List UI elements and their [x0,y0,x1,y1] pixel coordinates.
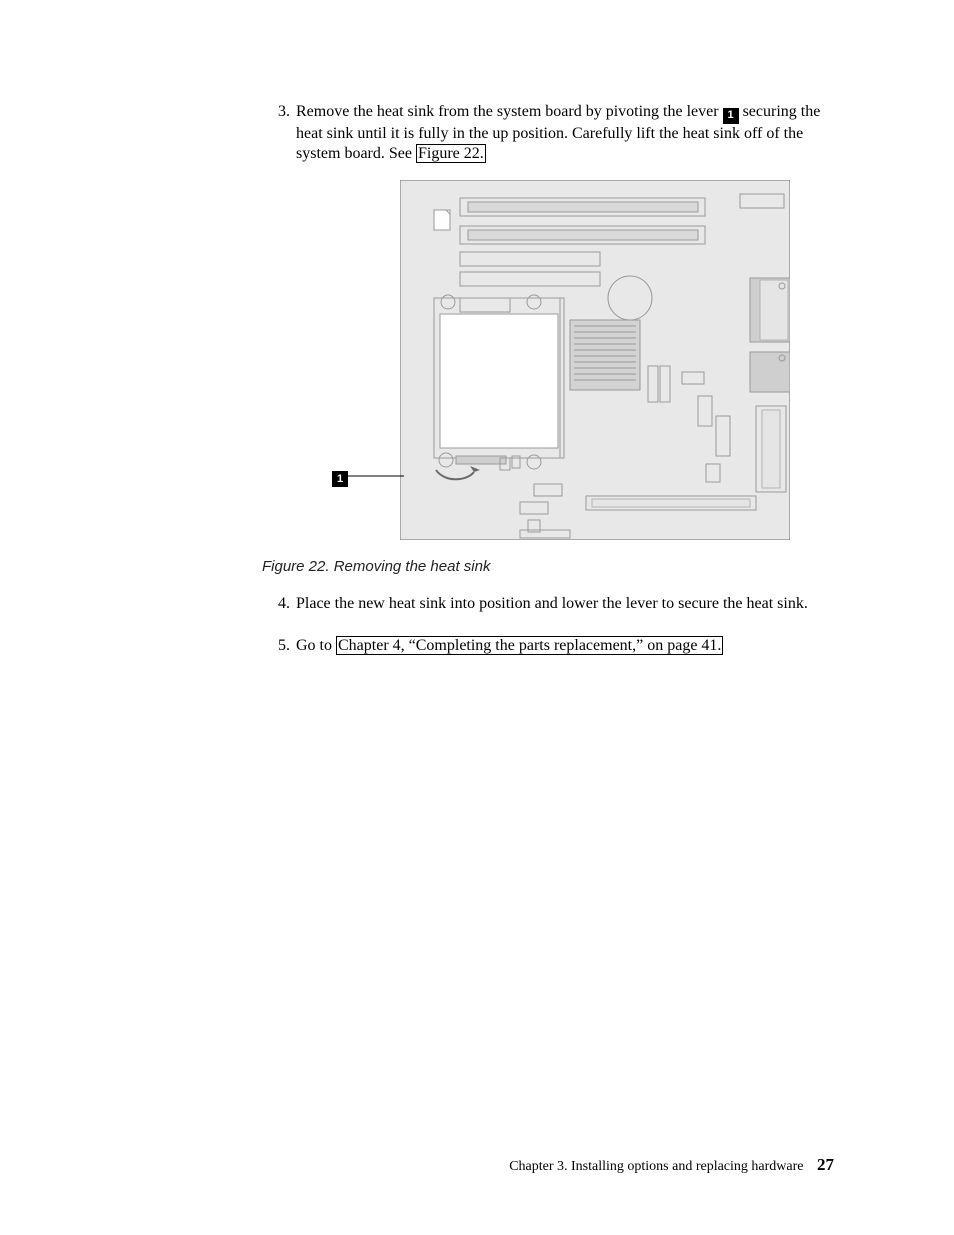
page-footer: Chapter 3. Installing options and replac… [509,1155,834,1175]
step-5-text-before: Go to [296,637,336,654]
step-4-body: Place the new heat sink into position an… [296,594,808,614]
callout-1-inline: 1 [723,108,739,124]
step-4-number: 4. [266,594,296,614]
step-3-body: Remove the heat sink from the system boa… [296,102,821,164]
chapter-4-link[interactable]: Chapter 4, “Completing the parts replace… [336,636,723,655]
step-5-number: 5. [266,636,296,656]
page: 3. Remove the heat sink from the system … [0,0,954,1235]
step-5-body: Go to Chapter 4, “Completing the parts r… [296,636,723,656]
footer-page-number: 27 [817,1155,834,1174]
system-board-diagram [400,180,790,540]
step-4: 4. Place the new heat sink into position… [266,594,821,614]
step-3: 3. Remove the heat sink from the system … [266,102,821,164]
callout-1-leader [348,470,408,482]
step-3-number: 3. [266,102,296,122]
callout-1-box: 1 [332,471,348,487]
figure-22-caption-text: Removing the heat sink [334,558,491,575]
step-3-text-before: Remove the heat sink from the system boa… [296,103,723,120]
footer-chapter: Chapter 3. Installing options and replac… [509,1159,803,1174]
figure-22-link-inline[interactable]: Figure 22. [416,144,486,163]
figure-22 [400,180,790,540]
figure-callout-1: 1 [332,467,348,487]
step-5: 5. Go to Chapter 4, “Completing the part… [266,636,821,656]
figure-22-caption: Figure 22. Removing the heat sink [262,558,490,575]
figure-22-caption-label: Figure 22. [262,558,330,575]
